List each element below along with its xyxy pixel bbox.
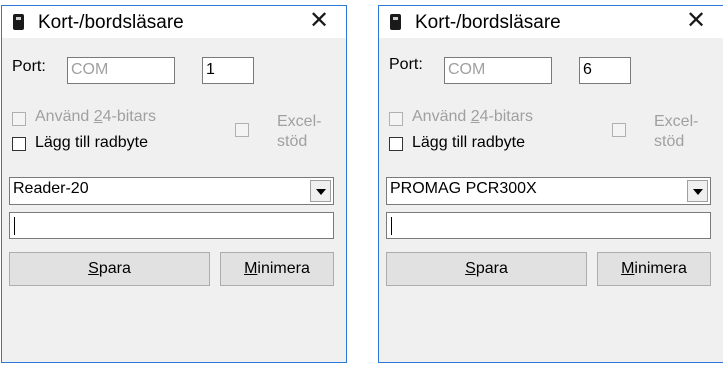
reader-select[interactable]: Reader-20: [9, 177, 334, 205]
card-reader-icon: [13, 14, 24, 30]
add-newline-checkbox[interactable]: [389, 137, 403, 151]
minimize-button[interactable]: Minimera: [220, 252, 334, 286]
title-bar: Kort-/bordsläsare ✕: [379, 6, 723, 38]
card-input-field[interactable]: [386, 212, 711, 239]
close-icon[interactable]: ✕: [683, 8, 709, 34]
port-number-field[interactable]: 1: [202, 57, 254, 84]
text-caret: [391, 217, 392, 235]
text-caret: [14, 217, 15, 235]
add-newline-label: Lägg till radbyte: [35, 134, 148, 151]
excel-support-label-line2: stöd: [654, 133, 685, 150]
port-type-field: COM: [444, 57, 552, 84]
reader-select-value: PROMAG PCR300X: [390, 180, 537, 197]
add-newline-checkbox[interactable]: [12, 137, 26, 151]
minimize-button[interactable]: Minimera: [597, 252, 711, 286]
card-input-field[interactable]: [9, 212, 334, 239]
reader-select-value: Reader-20: [13, 180, 89, 197]
port-number-field[interactable]: 6: [579, 57, 631, 84]
use-24bit-checkbox: [12, 112, 26, 126]
use-24bit-label: Använd 24-bitars: [412, 108, 533, 125]
use-24bit-label: Använd 24-bitars: [35, 108, 156, 125]
excel-support-label-line2: stöd: [277, 133, 308, 150]
excel-support-label-line1: Excel-: [277, 113, 322, 130]
close-icon[interactable]: ✕: [306, 8, 332, 34]
excel-support-label-line1: Excel-: [654, 113, 699, 130]
title-bar: Kort-/bordsläsare ✕: [2, 6, 346, 38]
card-reader-window-right: Kort-/bordsläsare ✕ Port: COM 6 Använd 2…: [378, 5, 723, 363]
port-label: Port:: [389, 56, 423, 73]
excel-support-checkbox: [235, 123, 249, 137]
chevron-down-icon[interactable]: [687, 180, 708, 202]
use-24bit-checkbox: [389, 112, 403, 126]
card-reader-window-left: Kort-/bordsläsare ✕ Port: COM 1 Använd 2…: [1, 5, 347, 363]
card-reader-icon: [390, 14, 401, 30]
add-newline-label: Lägg till radbyte: [412, 134, 525, 151]
save-button[interactable]: Spara: [386, 252, 587, 286]
port-label: Port:: [12, 58, 46, 75]
excel-support-checkbox: [612, 123, 626, 137]
reader-select[interactable]: PROMAG PCR300X: [386, 177, 711, 205]
save-button[interactable]: Spara: [9, 252, 210, 286]
window-title: Kort-/bordsläsare: [38, 12, 184, 33]
port-type-field: COM: [67, 57, 175, 84]
window-title: Kort-/bordsläsare: [415, 12, 561, 33]
chevron-down-icon[interactable]: [310, 180, 331, 202]
